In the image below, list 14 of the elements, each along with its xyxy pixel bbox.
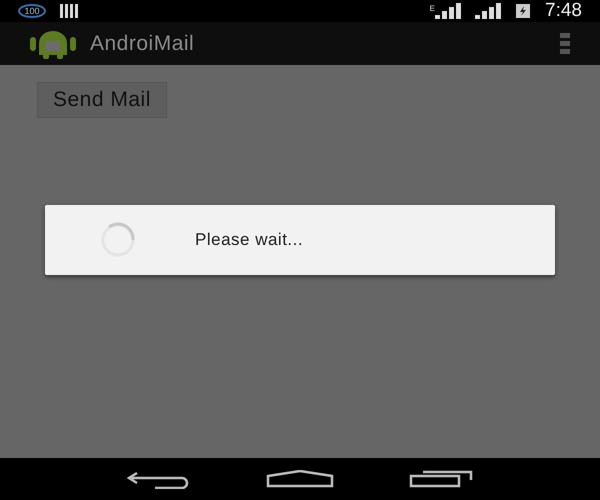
overflow-menu-icon[interactable] bbox=[560, 32, 570, 54]
battery-saver-badge: 100 bbox=[18, 4, 46, 18]
app-title: AndroiMail bbox=[90, 32, 196, 56]
barcode-icon bbox=[60, 4, 80, 18]
progress-message: Please wait... bbox=[195, 230, 304, 250]
battery-charging-icon bbox=[515, 3, 532, 19]
signal-icon bbox=[475, 3, 502, 19]
signal-icon bbox=[435, 3, 462, 19]
android-robot-icon bbox=[30, 28, 76, 58]
network-type-label: E bbox=[430, 4, 436, 13]
send-mail-button[interactable]: Send Mail bbox=[37, 82, 167, 118]
recent-apps-icon[interactable] bbox=[408, 470, 473, 488]
clock-time: 7:48 bbox=[545, 0, 582, 22]
home-icon[interactable] bbox=[266, 470, 334, 488]
